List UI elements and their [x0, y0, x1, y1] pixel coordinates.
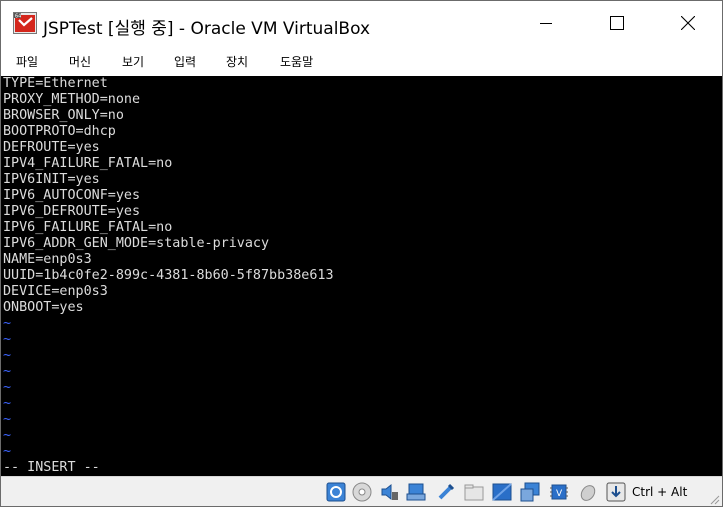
menu-file[interactable]: 파일 [16, 53, 38, 70]
config-line: TYPE=Ethernet [3, 76, 108, 91]
empty-line-marker: ~ [3, 316, 12, 331]
svg-text:V: V [556, 489, 563, 499]
title-bar[interactable]: 64 JSPTest [실행 중] - Oracle VM VirtualBox [1, 1, 722, 45]
network-icon[interactable] [406, 482, 426, 502]
config-line: IPV6_FAILURE_FATAL=no [3, 220, 173, 235]
usb-icon[interactable] [436, 482, 456, 502]
empty-line-marker: ~ [3, 364, 12, 379]
config-line: DEVICE=enp0s3 [3, 284, 108, 299]
close-button[interactable] [665, 1, 711, 45]
config-line: BOOTPROTO=dhcp [3, 124, 116, 139]
optical-drive-icon[interactable] [352, 482, 372, 502]
menu-input[interactable]: 입력 [174, 53, 196, 70]
shared-folders-icon[interactable] [464, 482, 484, 502]
host-key-label: Ctrl + Alt [632, 485, 688, 499]
video-capture-icon[interactable] [520, 482, 540, 502]
minimize-icon [540, 23, 552, 24]
empty-line-marker: ~ [3, 444, 12, 459]
status-bar: V Ctrl + Alt [1, 476, 722, 506]
config-line: NAME=enp0s3 [3, 252, 92, 267]
virtualization-engine-icon[interactable]: V [549, 482, 569, 502]
empty-line-marker: ~ [3, 348, 12, 363]
virtualbox-vm-icon: 64 [13, 12, 37, 34]
config-line: PROXY_METHOD=none [3, 92, 141, 107]
window-title: JSPTest [실행 중] - Oracle VM VirtualBox [43, 19, 371, 39]
minimize-button[interactable] [523, 1, 569, 45]
hard-disk-icon[interactable] [326, 482, 346, 502]
virtualbox-window: 64 JSPTest [실행 중] - Oracle VM VirtualBox… [0, 0, 723, 507]
keyboard-capture-icon[interactable] [606, 482, 626, 502]
vm-screen[interactable]: TYPE=Ethernet PROXY_METHOD=none BROWSER_… [1, 76, 722, 476]
empty-line-marker: ~ [3, 412, 12, 427]
config-line: IPV6INIT=yes [3, 172, 100, 187]
menu-view[interactable]: 보기 [122, 53, 144, 70]
empty-line-marker: ~ [3, 332, 12, 347]
empty-line-marker: ~ [3, 428, 12, 443]
mouse-integration-icon[interactable] [578, 482, 598, 502]
vim-mode-indicator: -- INSERT -- [3, 460, 100, 475]
maximize-icon [610, 16, 624, 30]
config-line: IPV6_ADDR_GEN_MODE=stable-privacy [3, 236, 270, 251]
close-icon [681, 16, 695, 30]
config-line: DEFROUTE=yes [3, 140, 100, 155]
svg-text:64: 64 [15, 14, 21, 20]
config-line: IPV4_FAILURE_FATAL=no [3, 156, 173, 171]
config-line: UUID=1b4c0fe2-899c-4381-8b60-5f87bb38e61… [3, 268, 334, 283]
config-line: ONBOOT=yes [3, 300, 84, 315]
empty-line-marker: ~ [3, 396, 12, 411]
config-line: IPV6_AUTOCONF=yes [3, 188, 141, 203]
config-line: BROWSER_ONLY=no [3, 108, 124, 123]
resize-grip-icon[interactable] [710, 495, 720, 505]
menu-machine[interactable]: 머신 [69, 53, 91, 70]
menu-bar: 파일 머신 보기 입력 장치 도움말 [1, 45, 722, 76]
config-line: IPV6_DEFROUTE=yes [3, 204, 141, 219]
empty-line-marker: ~ [3, 380, 12, 395]
maximize-button[interactable] [594, 1, 640, 45]
audio-icon[interactable] [379, 482, 399, 502]
menu-help[interactable]: 도움말 [280, 53, 313, 70]
menu-devices[interactable]: 장치 [226, 53, 248, 70]
display-icon[interactable] [492, 482, 512, 502]
